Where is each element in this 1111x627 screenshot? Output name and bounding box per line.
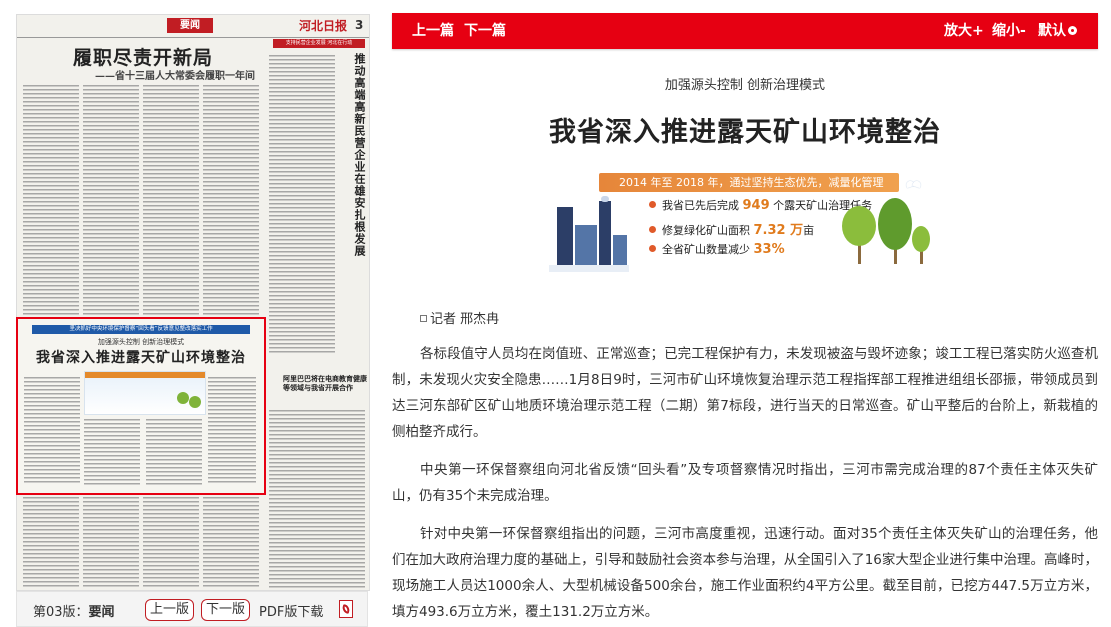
trees-illustration bbox=[832, 184, 932, 264]
paper-sidebar-headline[interactable]: 阿里巴巴将在电商教育健康等领域与我省开展合作 bbox=[283, 375, 367, 405]
factory-illustration bbox=[549, 194, 629, 272]
item-text: 亩 bbox=[803, 224, 815, 237]
paper-section-badge: 要闻 bbox=[167, 18, 213, 33]
text-column bbox=[143, 85, 199, 325]
zoom-out-button[interactable]: 缩小- bbox=[992, 13, 1026, 49]
text-column bbox=[24, 377, 80, 485]
paper-header: 要闻 河北日报 3 bbox=[17, 15, 369, 38]
highlight-kicker: 加强源头控制 创新治理模式 bbox=[97, 338, 185, 346]
text-column bbox=[143, 493, 199, 588]
highlight-infographic-thumbnail bbox=[84, 371, 206, 415]
chimney-shape bbox=[599, 201, 611, 265]
bullet-dot-icon bbox=[649, 245, 656, 252]
article-paragraph: 各标段值守人员均在岗值班、正常巡查；已完工程保护有力，未发现被盗与毁坏迹象；竣工… bbox=[392, 346, 1098, 440]
text-column bbox=[84, 419, 140, 485]
highlight-title: 我省深入推进露天矿山环境整治 bbox=[36, 350, 246, 366]
page-label-section: 要闻 bbox=[88, 605, 115, 620]
page-label-prefix: 第03版： bbox=[33, 605, 89, 620]
paper-masthead: 河北日报 bbox=[299, 19, 348, 33]
paper-date-block bbox=[23, 19, 69, 24]
bullet-dot-icon bbox=[649, 201, 656, 208]
text-column bbox=[146, 419, 202, 485]
infographic-item: 全省矿山数量减少 33% bbox=[649, 241, 785, 257]
ground-strip bbox=[549, 265, 629, 272]
article-panel: 上一篇 下一篇 放大+ 缩小- 默认 加强源头控制 创新治理模式 我省深入推进露… bbox=[392, 0, 1111, 627]
current-page-label: 第03版：要闻 bbox=[33, 601, 115, 620]
pdf-download-link[interactable]: PDF版下载 bbox=[259, 601, 323, 620]
byline-text: 记者 邢杰冉 bbox=[430, 312, 500, 327]
newspaper-panel: 要闻 河北日报 3 支持民营企业发展 河北在行动 履职尽责开新局 ——省十三届人… bbox=[0, 0, 372, 627]
bullet-dot-icon bbox=[649, 226, 656, 233]
bird-icon bbox=[906, 181, 922, 189]
text-column bbox=[83, 493, 139, 588]
text-column bbox=[269, 55, 335, 355]
item-text: 修复绿化矿山面积 bbox=[662, 224, 754, 237]
paper-sidebar-text: 阿里巴巴将在电商教育健康等领域与我省开展合作 bbox=[283, 375, 367, 392]
text-column bbox=[208, 377, 256, 485]
paper-lead-headline[interactable]: 履职尽责开新局 bbox=[73, 43, 213, 70]
article-title: 我省深入推进露天矿山环境整治 bbox=[549, 117, 941, 148]
tree-icon bbox=[912, 226, 930, 252]
zoom-in-button[interactable]: 放大+ bbox=[944, 13, 984, 49]
building-shape bbox=[557, 207, 573, 265]
reset-circle-icon bbox=[1068, 26, 1077, 35]
newspaper-page-thumbnail[interactable]: 要闻 河北日报 3 支持民营企业发展 河北在行动 履职尽责开新局 ——省十三届人… bbox=[16, 14, 370, 591]
article-paragraph: 中央第一环保督察组向河北省反馈“回头看”及专项督察情况时指出，三河市需完成治理的… bbox=[392, 462, 1098, 504]
paper-vertical-headline[interactable]: 推动高端高新民营企业在雄安扎根发展 bbox=[353, 53, 367, 257]
tree-icon bbox=[878, 198, 912, 250]
paper-lead-subheadline: ——省十三届人大常委会履职一年间 bbox=[95, 71, 255, 82]
pdf-icon[interactable] bbox=[339, 600, 353, 618]
paper-page-number: 3 bbox=[355, 18, 364, 32]
text-column bbox=[83, 85, 139, 325]
article-kicker: 加强源头控制 创新治理模式 bbox=[664, 78, 826, 93]
next-article-link[interactable]: 下一篇 bbox=[464, 13, 506, 49]
highlight-fig-banner bbox=[85, 372, 205, 378]
tree-trunk bbox=[920, 250, 923, 264]
building-shape bbox=[613, 235, 627, 265]
tree-icon bbox=[842, 206, 876, 246]
tree-icon bbox=[189, 396, 201, 408]
item-number: 949 bbox=[742, 198, 770, 213]
reset-zoom-label: 默认 bbox=[1038, 23, 1066, 39]
text-column bbox=[203, 493, 259, 588]
smoke-shape bbox=[601, 196, 609, 202]
text-column bbox=[23, 493, 79, 588]
article-byline: 记者 邢杰冉 bbox=[420, 308, 499, 327]
reset-zoom-button[interactable]: 默认 bbox=[1038, 13, 1077, 49]
square-bullet-icon bbox=[420, 315, 427, 322]
next-page-button[interactable]: 下一版 bbox=[201, 599, 251, 621]
item-text: 我省已先后完成 bbox=[662, 199, 743, 212]
item-text: 全省矿山数量减少 bbox=[662, 243, 754, 256]
text-column bbox=[269, 410, 365, 588]
selected-article-highlight[interactable]: 坚决抓好中央环境保护督察“回头看”反馈意见整改落实工作 加强源头控制 创新治理模… bbox=[16, 317, 266, 495]
article-infographic: 2014 年至 2018 年，通过坚持生态优先，减量化管理 我省已先后完成 94… bbox=[549, 163, 940, 272]
prev-page-button[interactable]: 上一版 bbox=[145, 599, 195, 621]
article-paragraph: 针对中央第一环保督察组指出的问题，三河市高度重视，迅速行动。面对35个责任主体灭… bbox=[392, 526, 1098, 620]
paper-red-banner: 支持民营企业发展 河北在行动 bbox=[273, 39, 365, 48]
article-toolbar: 上一篇 下一篇 放大+ 缩小- 默认 bbox=[392, 13, 1098, 49]
text-column bbox=[23, 85, 79, 325]
page-navigation-bar: 第03版：要闻 上一版 下一版 PDF版下载 bbox=[16, 591, 368, 627]
item-number: 7.32 万 bbox=[753, 223, 804, 238]
building-shape bbox=[575, 225, 597, 265]
highlight-topic-bar: 坚决抓好中央环境保护督察“回头看”反馈意见整改落实工作 bbox=[32, 325, 250, 334]
infographic-item: 修复绿化矿山面积 7.32 万亩 bbox=[649, 219, 814, 238]
tree-icon bbox=[177, 392, 189, 404]
prev-article-link[interactable]: 上一篇 bbox=[412, 13, 454, 49]
item-number: 33% bbox=[753, 242, 785, 257]
text-column bbox=[203, 85, 259, 325]
